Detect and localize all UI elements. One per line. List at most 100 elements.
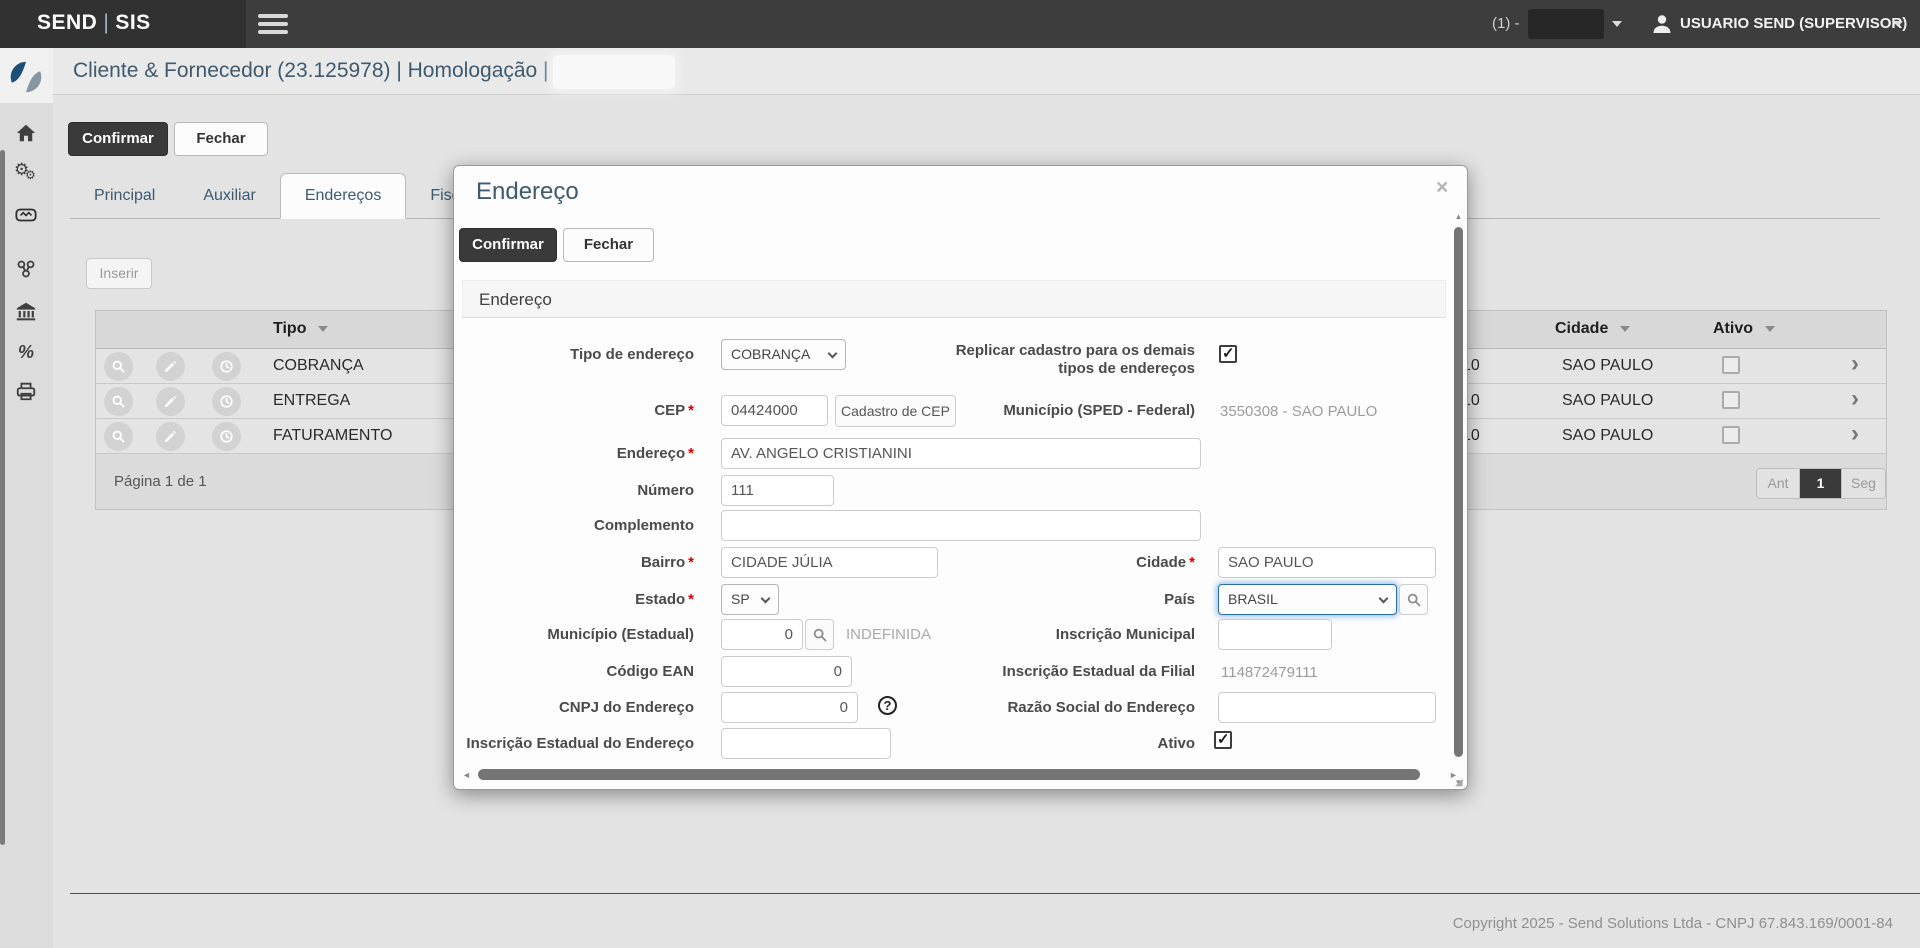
cep-label: CEP * — [654, 402, 694, 419]
tipo-endereco-select[interactable]: COBRANÇA — [721, 339, 846, 370]
confirm-button[interactable]: Confirmar — [68, 122, 168, 156]
cell-cidade: SAO PAULO — [1562, 357, 1654, 374]
view-row-button[interactable] — [104, 352, 133, 381]
copyright: Copyright 2025 - Send Solutions Ltda - C… — [1452, 915, 1893, 932]
inscricao-municipal-label: Inscrição Municipal — [1055, 626, 1195, 643]
sidebar-item-bank-icon[interactable] — [14, 300, 38, 324]
codigo-ean-label: Código EAN — [606, 663, 695, 680]
complemento-input[interactable] — [721, 510, 1201, 541]
brand-send: SEND — [37, 11, 98, 34]
row-chevron-icon[interactable]: › — [1851, 350, 1859, 378]
company-number-label: (1) - — [1492, 15, 1520, 32]
scroll-left-icon[interactable]: ◄ — [462, 770, 471, 781]
app-brand: SEND | SIS — [37, 11, 151, 35]
column-header-ativo[interactable]: Ativo — [1713, 320, 1775, 338]
ativo-label: Ativo — [1157, 735, 1196, 752]
close-button[interactable]: Fechar — [174, 122, 268, 156]
sort-caret-icon — [1765, 325, 1775, 332]
cidade-label: Cidade * — [1136, 554, 1195, 571]
ie-filial-label: Inscrição Estadual da Filial — [1002, 663, 1195, 680]
sidebar-item-settings-gears-icon[interactable]: ⚙ ⚙ — [14, 160, 38, 186]
codigo-ean-input[interactable] — [721, 656, 852, 687]
chevron-down-icon — [827, 348, 838, 359]
edit-row-button[interactable] — [156, 352, 185, 381]
ativo-checkbox[interactable] — [1722, 391, 1740, 414]
breadcrumb-redacted-item — [553, 55, 675, 89]
view-row-button[interactable] — [104, 387, 133, 416]
chevron-down-icon — [1378, 593, 1389, 604]
pais-select[interactable]: BRASIL — [1218, 584, 1397, 615]
resize-grip-icon[interactable]: ◢ — [1455, 777, 1466, 788]
chevron-down-icon — [760, 593, 771, 604]
app-logo[interactable] — [0, 48, 53, 103]
column-header-cidade[interactable]: Cidade — [1555, 320, 1631, 338]
cidade-input[interactable] — [1218, 547, 1436, 578]
history-row-button[interactable] — [212, 387, 241, 416]
pagination-current[interactable]: 1 — [1800, 469, 1842, 498]
sidebar-item-home-icon[interactable] — [14, 122, 38, 146]
column-header-tipo[interactable]: Tipo — [273, 320, 329, 338]
sidebar-item-handshake-icon[interactable] — [14, 204, 38, 228]
sidebar-scrollbar[interactable] — [0, 150, 5, 845]
history-row-button[interactable] — [212, 352, 241, 381]
replicar-checkbox[interactable] — [1219, 344, 1237, 363]
insert-button[interactable]: Inserir — [86, 258, 152, 289]
modal-ativo-checkbox[interactable] — [1214, 730, 1232, 749]
estado-select[interactable]: SP — [721, 584, 779, 615]
cell-cidade: SAO PAULO — [1562, 427, 1654, 444]
history-row-button[interactable] — [212, 422, 241, 451]
razao-social-input[interactable] — [1218, 692, 1436, 723]
tab-auxiliar[interactable]: Auxiliar — [179, 174, 279, 218]
company-selector[interactable] — [1528, 9, 1604, 39]
ie-endereco-input[interactable] — [721, 728, 891, 759]
municipio-estadual-hint: INDEFINIDA — [846, 626, 932, 643]
modal-close-button[interactable]: Fechar — [563, 228, 654, 262]
edit-row-button[interactable] — [156, 422, 185, 451]
modal-vertical-scrollbar[interactable]: ▲ ▼ — [1452, 211, 1465, 791]
tab-principal[interactable]: Principal — [70, 174, 179, 218]
municipio-estadual-input[interactable] — [721, 619, 803, 650]
pais-search-button[interactable] — [1399, 584, 1428, 615]
modal-horizontal-scrollbar[interactable]: ◄ ► — [462, 768, 1458, 782]
view-row-button[interactable] — [104, 422, 133, 451]
modal-close-icon[interactable]: × — [1436, 176, 1448, 200]
pagination-prev[interactable]: Ant — [1757, 469, 1800, 498]
inscricao-municipal-input[interactable] — [1218, 619, 1332, 650]
sidebar-item-network-icon[interactable] — [14, 258, 38, 282]
modal-confirm-button[interactable]: Confirmar — [459, 228, 557, 262]
chevron-down-icon[interactable] — [1893, 21, 1903, 27]
pais-label: País — [1164, 591, 1195, 608]
address-modal: Endereço × Confirmar Fechar Endereço Tip… — [453, 165, 1468, 790]
cep-input[interactable] — [721, 395, 828, 426]
endereco-label: Endereço * — [616, 445, 694, 462]
row-chevron-icon[interactable]: › — [1851, 420, 1859, 448]
row-chevron-icon[interactable]: › — [1851, 385, 1859, 413]
bairro-input[interactable] — [721, 547, 938, 578]
pagination-next[interactable]: Seg — [1842, 469, 1885, 498]
ativo-checkbox[interactable] — [1722, 356, 1740, 379]
sidebar-item-percent-icon[interactable]: % — [14, 340, 38, 364]
municipio-sped-value: 3550308 - SAO PAULO — [1220, 403, 1378, 420]
municipio-sped-label: Município (SPED - Federal) — [1003, 402, 1195, 419]
cell-cidade: SAO PAULO — [1562, 392, 1654, 409]
required-marker: * — [688, 445, 694, 462]
scroll-up-icon[interactable]: ▲ — [1452, 211, 1465, 223]
cell-tipo: FATURAMENTO — [273, 427, 393, 444]
municipio-estadual-search-button[interactable] — [805, 619, 834, 650]
vertical-scroll-thumb[interactable] — [1454, 227, 1463, 757]
menu-hamburger-icon[interactable] — [258, 14, 288, 36]
cadastro-cep-button[interactable]: Cadastro de CEP — [835, 395, 956, 427]
endereco-input[interactable] — [721, 438, 1201, 469]
numero-input[interactable] — [721, 475, 834, 506]
tab-enderecos[interactable]: Endereços — [279, 173, 407, 219]
ativo-checkbox[interactable] — [1722, 426, 1740, 449]
horizontal-scroll-thumb[interactable] — [478, 769, 1420, 780]
help-icon[interactable]: ? — [878, 696, 897, 715]
user-menu[interactable]: USUARIO SEND (SUPERVISOR) — [1680, 15, 1907, 32]
cnpj-endereco-input[interactable] — [721, 692, 858, 723]
municipio-estadual-label: Município (Estadual) — [547, 626, 694, 643]
sidebar-item-printer-icon[interactable] — [14, 380, 38, 404]
modal-section-header: Endereço — [462, 280, 1446, 318]
edit-row-button[interactable] — [156, 387, 185, 416]
chevron-down-icon[interactable] — [1612, 21, 1622, 27]
